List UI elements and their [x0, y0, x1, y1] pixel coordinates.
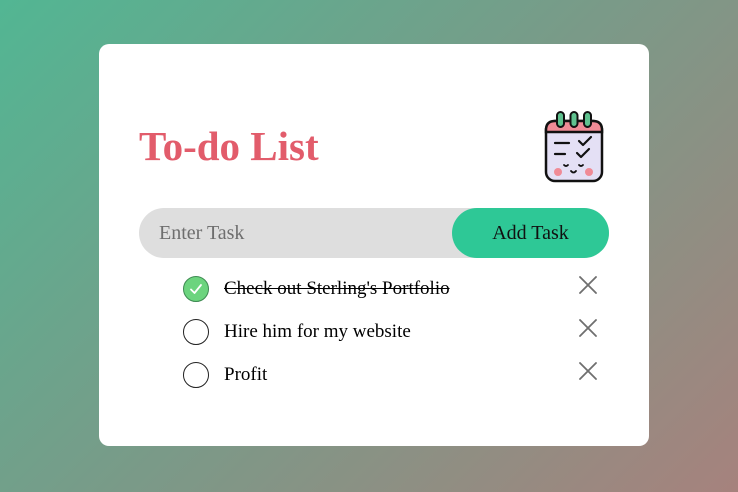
task-label: Profit	[224, 364, 268, 385]
list-item[interactable]: Hire him for my website	[183, 316, 603, 359]
list-item[interactable]: Profit	[183, 359, 603, 402]
close-icon[interactable]	[579, 319, 597, 337]
add-task-button[interactable]: Add Task	[452, 208, 609, 258]
add-task-row: Add Task	[139, 208, 609, 258]
unchecked-circle-icon[interactable]	[183, 319, 209, 345]
close-icon[interactable]	[579, 362, 597, 380]
task-list: Check out Sterling's Portfolio Hire him …	[183, 273, 603, 402]
task-label: Check out Sterling's Portfolio	[224, 278, 450, 299]
close-icon[interactable]	[579, 276, 597, 294]
task-label: Hire him for my website	[224, 321, 411, 342]
task-input[interactable]	[139, 208, 439, 258]
page-title: To-do List	[139, 123, 319, 169]
list-item[interactable]: Check out Sterling's Portfolio	[183, 273, 603, 316]
checklist-calendar-icon	[543, 110, 605, 184]
unchecked-circle-icon[interactable]	[183, 362, 209, 388]
todo-card: To-do List Add Task	[99, 44, 649, 446]
checked-circle-icon[interactable]	[183, 276, 209, 302]
